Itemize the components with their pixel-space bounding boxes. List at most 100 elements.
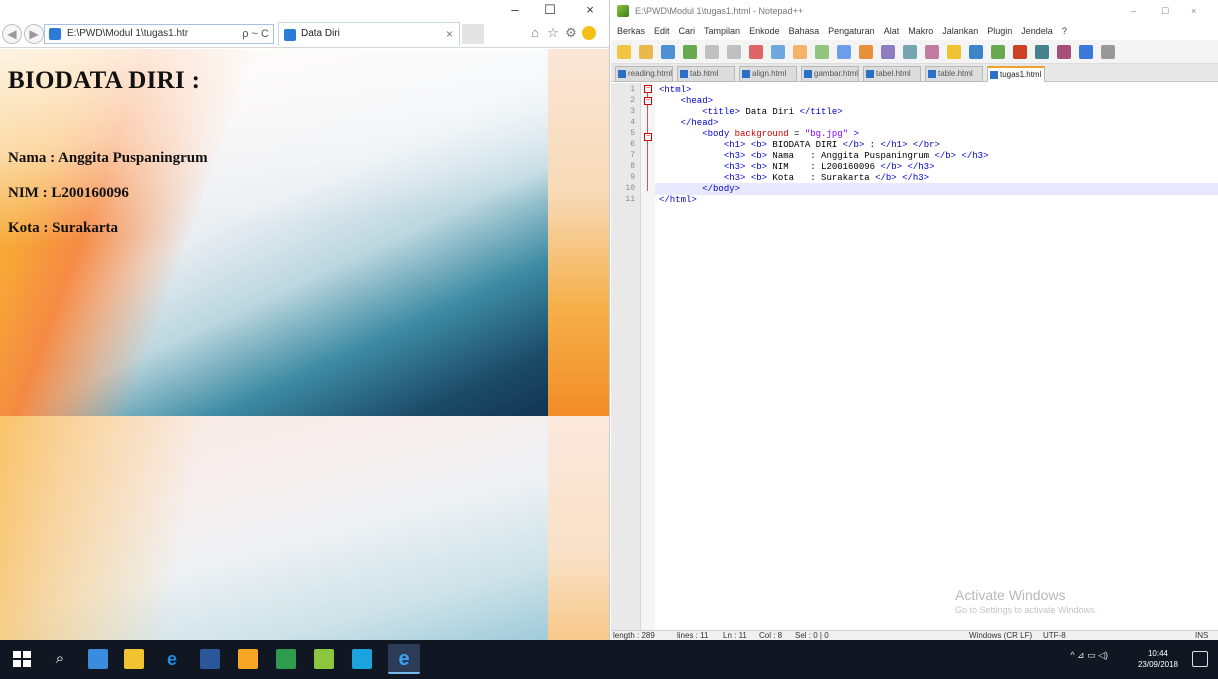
menu-item[interactable]: Bahasa bbox=[789, 26, 820, 36]
browser-close-button[interactable]: × bbox=[575, 2, 605, 18]
forward-arrow-icon[interactable]: ▶ bbox=[24, 24, 44, 44]
code-token: Kota : Surakarta bbox=[767, 173, 876, 183]
settings-gear-icon[interactable]: ⚙ bbox=[564, 26, 578, 40]
code-token: <h3> bbox=[723, 162, 746, 172]
line-number: 3 bbox=[630, 107, 635, 116]
home-icon[interactable]: ⌂ bbox=[528, 26, 542, 40]
toolbar-button-icon[interactable] bbox=[1035, 45, 1049, 59]
word-icon[interactable] bbox=[200, 649, 220, 669]
toolbar-button-icon[interactable] bbox=[749, 45, 763, 59]
background-image-edge bbox=[548, 49, 609, 416]
editor-close-button[interactable]: × bbox=[1191, 0, 1196, 22]
code-token: </head> bbox=[680, 118, 719, 128]
favorites-star-icon[interactable]: ☆ bbox=[546, 26, 560, 40]
toolbar-button-icon[interactable] bbox=[661, 45, 675, 59]
toolbar-button-icon[interactable] bbox=[969, 45, 983, 59]
file-tab[interactable]: tabel.html bbox=[863, 66, 921, 82]
status-ln: Ln : 11 bbox=[723, 631, 747, 640]
paint-icon[interactable] bbox=[238, 649, 258, 669]
smiley-feedback-icon[interactable] bbox=[582, 26, 596, 40]
system-tray-icons[interactable]: ^ ⊿ ▭ ◁) bbox=[1070, 650, 1108, 661]
toolbar-button-icon[interactable] bbox=[903, 45, 917, 59]
toolbar-button-icon[interactable] bbox=[1101, 45, 1115, 59]
code-token: Nama : Anggita Puspaningrum bbox=[767, 151, 935, 161]
toolbar-button-icon[interactable] bbox=[705, 45, 719, 59]
internet-explorer-icon[interactable]: e bbox=[388, 644, 420, 674]
code-line: <h3> <b> Nama : Anggita Puspaningrum </b… bbox=[659, 151, 989, 161]
toolbar-button-icon[interactable] bbox=[1013, 45, 1027, 59]
notification-icon[interactable] bbox=[1192, 651, 1208, 667]
file-tab[interactable]: tugas1.html bbox=[987, 66, 1045, 82]
code-token: </h3> bbox=[902, 173, 930, 183]
new-tab-button[interactable] bbox=[462, 24, 484, 44]
line-number: 6 bbox=[630, 140, 635, 149]
toolbar-button-icon[interactable] bbox=[1079, 45, 1093, 59]
back-arrow-icon[interactable]: ◀ bbox=[2, 24, 22, 44]
skype-icon[interactable] bbox=[352, 649, 372, 669]
toolbar-button-icon[interactable] bbox=[881, 45, 895, 59]
store-icon[interactable] bbox=[276, 649, 296, 669]
toolbar-button-icon[interactable] bbox=[859, 45, 873, 59]
status-eol: Windows (CR LF) bbox=[969, 631, 1033, 640]
menu-item[interactable]: Alat bbox=[884, 26, 900, 36]
toolbar-button-icon[interactable] bbox=[925, 45, 939, 59]
search-icon[interactable]: ⌕ bbox=[50, 649, 70, 669]
toolbar-button-icon[interactable] bbox=[1057, 45, 1071, 59]
menu-item[interactable]: Enkode bbox=[749, 26, 780, 36]
toolbar-button-icon[interactable] bbox=[617, 45, 631, 59]
fold-toggle-icon[interactable]: − bbox=[644, 133, 652, 141]
editor-tab-bar: reading.html tab.html align.html gambar.htm… bbox=[611, 64, 1218, 82]
editor-maximize-button[interactable]: ☐ bbox=[1161, 0, 1169, 22]
menu-item[interactable]: Plugin bbox=[987, 26, 1012, 36]
code-token: : bbox=[864, 140, 881, 150]
file-tab[interactable]: gambar.html bbox=[801, 66, 859, 82]
menu-item[interactable]: Tampilan bbox=[704, 26, 740, 36]
code-line: <h3> <b> NIM : L200160096 </b> </h3> bbox=[659, 162, 935, 172]
browser-minimize-button[interactable]: – bbox=[500, 2, 530, 18]
browser-tab[interactable]: Data Diri × bbox=[278, 22, 460, 46]
editor-minimize-button[interactable]: – bbox=[1131, 0, 1136, 22]
toolbar-button-icon[interactable] bbox=[815, 45, 829, 59]
toolbar-button-icon[interactable] bbox=[727, 45, 741, 59]
toolbar-button-icon[interactable] bbox=[991, 45, 1005, 59]
edge-browser-icon[interactable]: e bbox=[162, 649, 182, 669]
file-explorer-icon[interactable] bbox=[124, 649, 144, 669]
fold-toggle-icon[interactable]: − bbox=[644, 97, 652, 105]
search-refresh-icon[interactable]: ρ ~ C bbox=[242, 25, 269, 43]
menu-item[interactable]: Berkas bbox=[617, 26, 645, 36]
file-tab[interactable]: align.html bbox=[739, 66, 797, 82]
code-line: <h1> <b> BIODATA DIRI </b> : </h1> </br> bbox=[659, 140, 940, 150]
menu-item[interactable]: Jalankan bbox=[942, 26, 978, 36]
task-view-icon[interactable] bbox=[88, 649, 108, 669]
toolbar-button-icon[interactable] bbox=[771, 45, 785, 59]
code-token: = bbox=[788, 129, 805, 139]
menu-item[interactable]: Edit bbox=[654, 26, 670, 36]
start-windows-icon[interactable] bbox=[12, 649, 32, 669]
toolbar-button-icon[interactable] bbox=[793, 45, 807, 59]
fold-toggle-icon[interactable]: − bbox=[644, 85, 652, 93]
code-token: <b> bbox=[750, 173, 768, 183]
menu-item[interactable]: Pengaturan bbox=[828, 26, 875, 36]
toolbar-button-icon[interactable] bbox=[837, 45, 851, 59]
notepadpp-taskbar-icon[interactable] bbox=[314, 649, 334, 669]
file-tab[interactable]: reading.html bbox=[615, 66, 673, 82]
status-sel: Sel : 0 | 0 bbox=[795, 631, 829, 640]
menu-item[interactable]: Cari bbox=[679, 26, 696, 36]
toolbar-button-icon[interactable] bbox=[683, 45, 697, 59]
tab-close-icon[interactable]: × bbox=[446, 23, 453, 45]
file-tab[interactable]: table.html bbox=[925, 66, 983, 82]
file-tab[interactable]: tab.html bbox=[677, 66, 735, 82]
clock[interactable]: 10:44 23/09/2018 bbox=[1138, 648, 1178, 670]
menu-item[interactable]: ? bbox=[1062, 26, 1067, 36]
address-bar[interactable]: E:\PWD\Modul 1\tugas1.htr ρ ~ C bbox=[44, 24, 274, 44]
toolbar-button-icon[interactable] bbox=[947, 45, 961, 59]
menu-item[interactable]: Makro bbox=[908, 26, 933, 36]
activate-windows-title: Activate Windows bbox=[955, 587, 1066, 603]
code-editor[interactable]: 1 2 3 4 5 6 7 8 9 10 11 − − − <html> <head> <title… bbox=[611, 83, 1218, 630]
editor-menu-bar: Berkas Edit Cari Tampilan Enkode Bahasa Pengat… bbox=[611, 22, 1218, 40]
browser-maximize-button[interactable]: ☐ bbox=[535, 2, 565, 18]
menu-item[interactable]: Jendela bbox=[1021, 26, 1053, 36]
toolbar-button-icon[interactable] bbox=[639, 45, 653, 59]
